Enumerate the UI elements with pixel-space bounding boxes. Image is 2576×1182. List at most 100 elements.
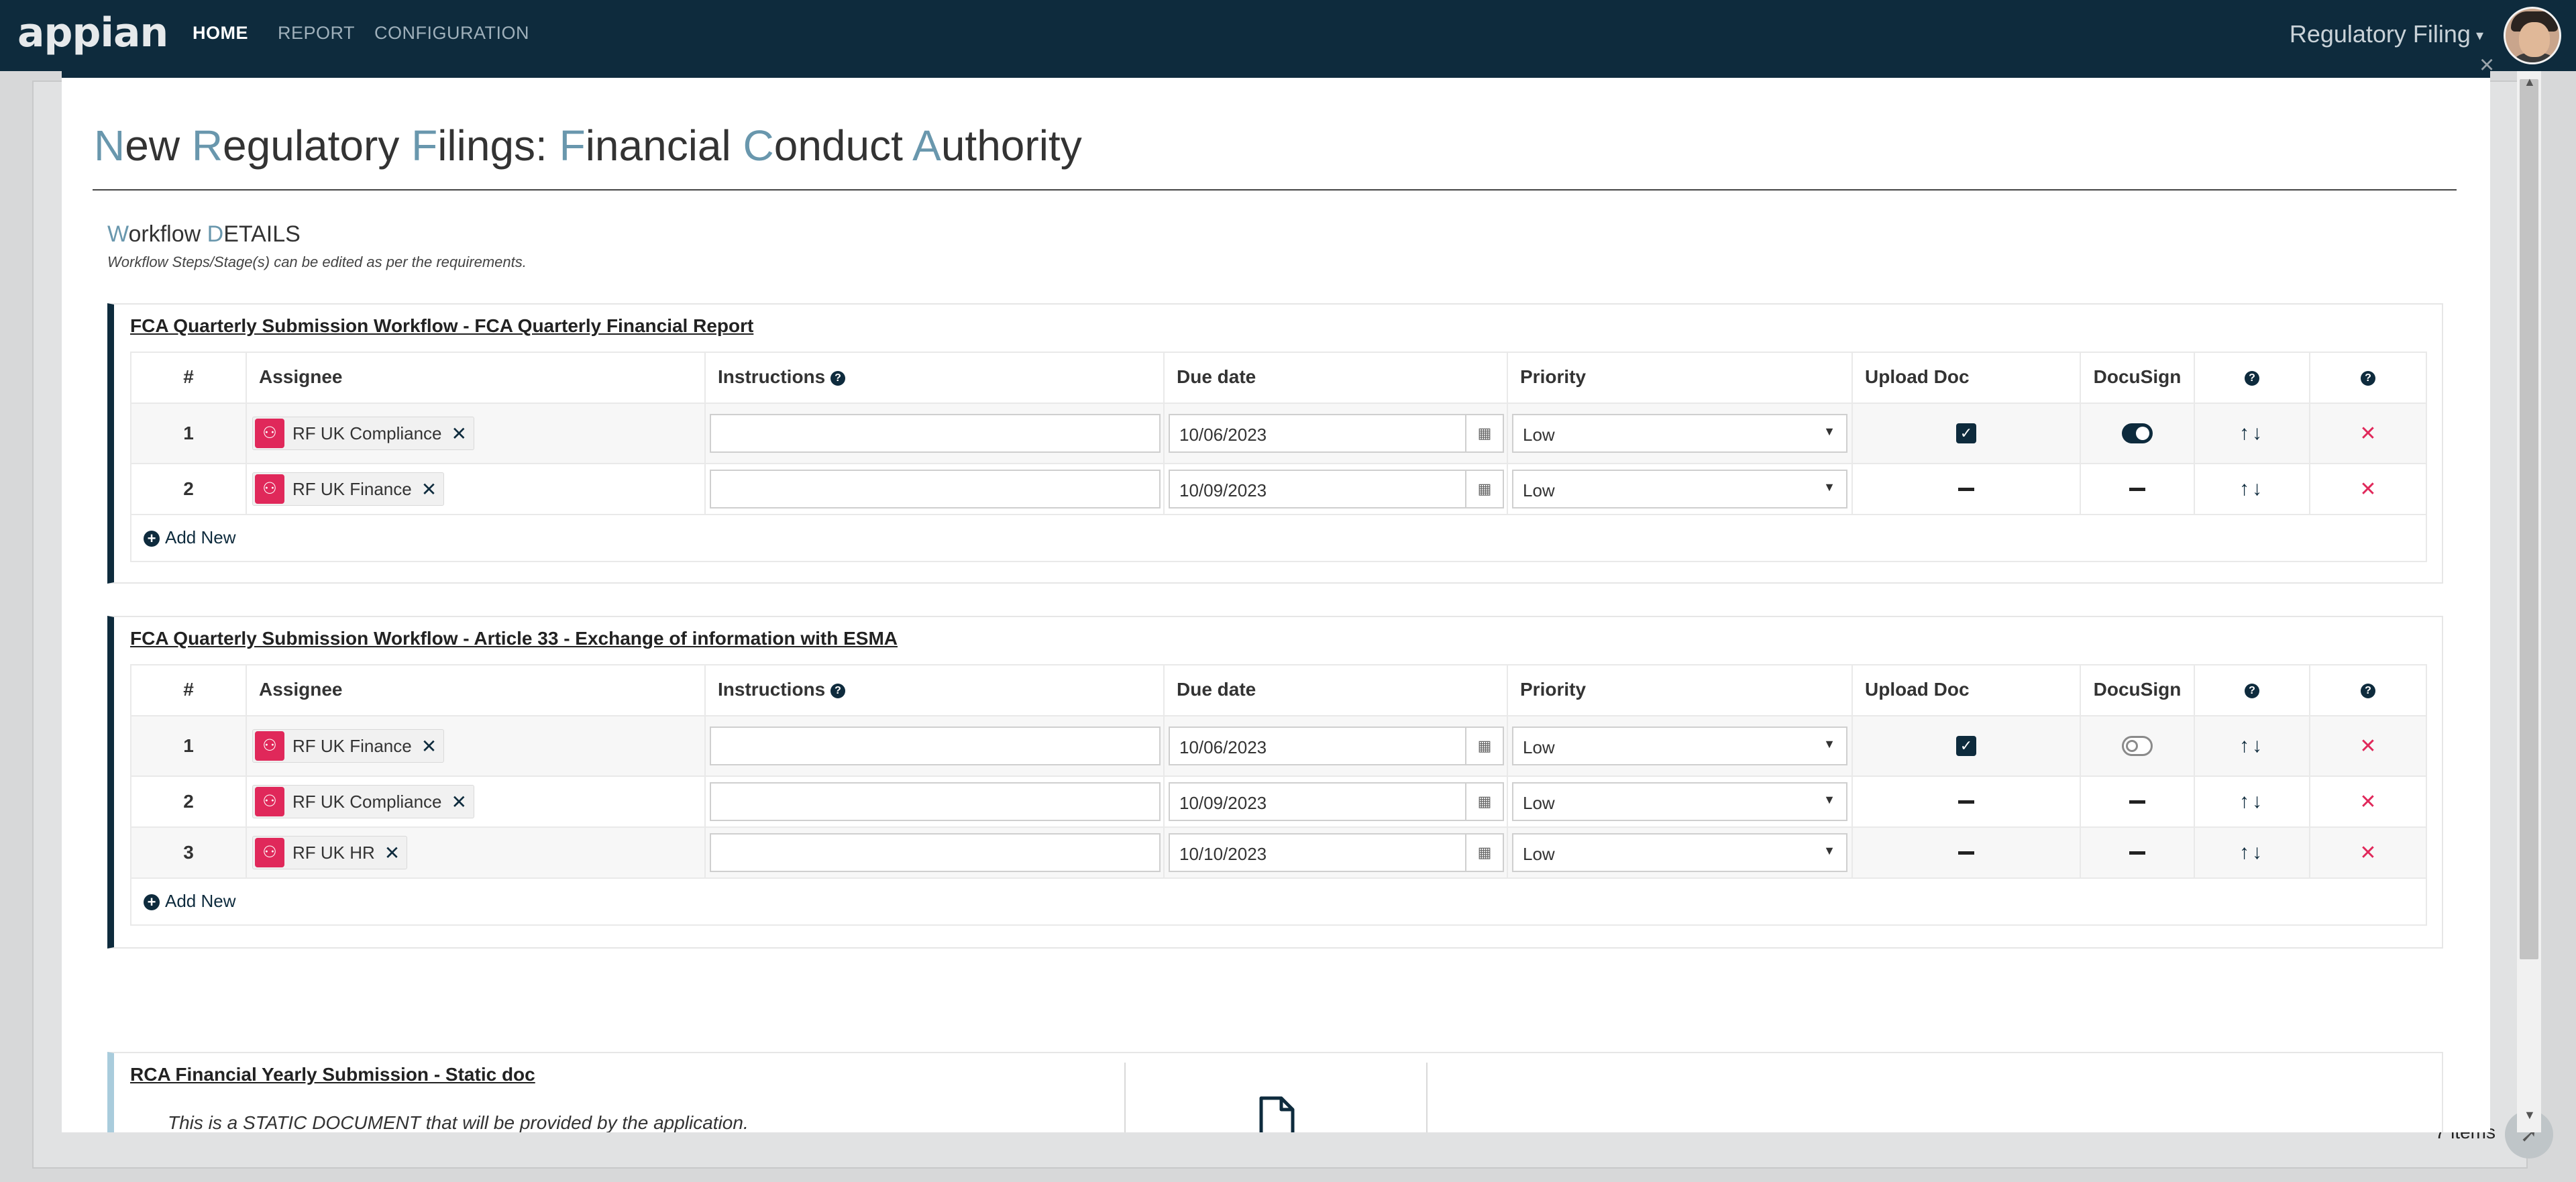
calendar-icon[interactable]: ▦: [1465, 835, 1503, 871]
assignee-name: RF UK Compliance: [292, 423, 442, 443]
col-priority: Priority: [1508, 353, 1853, 402]
col-docusign: DocuSign: [2081, 665, 2195, 715]
table-row: 2 ⚇ RF UK Finance ✕ 10/09/2023 ▦ Low ▼ ↑…: [131, 464, 2426, 515]
priority-dropdown[interactable]: Low ▼: [1512, 782, 1847, 821]
docusign-toggle[interactable]: [2122, 736, 2153, 756]
due-date-picker[interactable]: 10/09/2023 ▦: [1169, 470, 1504, 508]
scroll-down-icon[interactable]: ▼: [2524, 1108, 2536, 1122]
top-nav: appian HOME REPORT CONFIGURATION Regulat…: [0, 0, 2576, 71]
static-doc-title[interactable]: RCA Financial Yearly Submission - Static…: [130, 1064, 535, 1085]
help-icon[interactable]: ?: [2361, 370, 2375, 386]
instructions-input[interactable]: [710, 414, 1161, 453]
nav-home[interactable]: HOME: [193, 23, 248, 44]
priority-dropdown[interactable]: Low ▼: [1512, 470, 1847, 508]
divider: [1124, 1063, 1126, 1132]
due-date-picker[interactable]: 10/06/2023 ▦: [1169, 414, 1504, 453]
calendar-icon[interactable]: ▦: [1465, 728, 1503, 764]
close-icon[interactable]: ✕: [451, 423, 467, 445]
upload-doc-cell: [1853, 464, 2081, 514]
delete-x-icon[interactable]: ✕: [2359, 841, 2376, 865]
priority-dropdown[interactable]: Low ▼: [1512, 833, 1847, 872]
upload-doc-checkbox[interactable]: ✓: [1956, 736, 1976, 756]
delete-cell: ✕: [2310, 464, 2426, 514]
nav-configuration[interactable]: CONFIGURATION: [374, 23, 529, 44]
add-new-button[interactable]: + Add New: [144, 527, 236, 548]
due-date-cell: 10/09/2023 ▦: [1165, 464, 1508, 514]
dash-icon: [2129, 487, 2145, 491]
row-number: 2: [131, 777, 247, 826]
instructions-input[interactable]: [710, 470, 1161, 508]
chevron-down-icon: ▼: [1823, 844, 1835, 857]
user-avatar[interactable]: [2504, 7, 2561, 64]
assignee-chip: ⚇ RF UK HR ✕: [252, 836, 408, 869]
nav-report[interactable]: REPORT: [278, 23, 355, 44]
due-date-picker[interactable]: 10/09/2023 ▦: [1169, 782, 1504, 821]
calendar-icon[interactable]: ▦: [1465, 471, 1503, 507]
close-icon[interactable]: ✕: [421, 478, 437, 500]
col-number: #: [131, 353, 247, 402]
col-number: #: [131, 665, 247, 715]
app-switcher-label: Regulatory Filing: [2289, 20, 2471, 48]
instructions-cell: [706, 777, 1165, 826]
arrow-up-down-icon[interactable]: ↑↓: [2239, 790, 2265, 813]
row-number: 2: [131, 464, 247, 514]
table-row: 3 ⚇ RF UK HR ✕ 10/10/2023 ▦ Low ▼ ↑↓ ✕: [131, 828, 2426, 879]
instructions-input[interactable]: [710, 782, 1161, 821]
workflow-title[interactable]: FCA Quarterly Submission Workflow - Arti…: [130, 628, 898, 649]
move-cell: ↑↓: [2195, 404, 2310, 463]
document-icon[interactable]: [1258, 1096, 1295, 1132]
priority-cell: Low ▼: [1508, 716, 1853, 775]
close-icon[interactable]: ✕: [451, 791, 467, 813]
instructions-input[interactable]: [710, 833, 1161, 872]
help-icon[interactable]: ?: [2361, 683, 2375, 698]
app-switcher[interactable]: Regulatory Filing ▾: [2290, 20, 2483, 48]
assignee-chip: ⚇ RF UK Compliance ✕: [252, 785, 474, 818]
workflow-title[interactable]: FCA Quarterly Submission Workflow - FCA …: [130, 315, 753, 337]
arrow-up-down-icon[interactable]: ↑↓: [2239, 841, 2265, 864]
help-icon[interactable]: ?: [830, 370, 846, 386]
due-date-value: 10/06/2023: [1179, 737, 1267, 757]
row-number: 3: [131, 828, 247, 877]
instructions-cell: [706, 464, 1165, 514]
appian-logo[interactable]: appian: [17, 9, 168, 56]
close-icon[interactable]: ×: [2479, 52, 2494, 78]
scroll-up-icon[interactable]: ▲: [2524, 75, 2536, 89]
delete-x-icon[interactable]: ✕: [2359, 735, 2376, 758]
dash-icon: [1958, 800, 1974, 804]
priority-dropdown[interactable]: Low ▼: [1512, 727, 1847, 765]
upload-doc-cell: ✓: [1853, 716, 2081, 775]
delete-x-icon[interactable]: ✕: [2359, 478, 2376, 501]
col-upload-doc: Upload Doc: [1853, 665, 2081, 715]
assignee-chip: ⚇ RF UK Compliance ✕: [252, 417, 474, 450]
delete-x-icon[interactable]: ✕: [2359, 422, 2376, 445]
new-filing-modal: New Regulatory Filings: Financial Conduc…: [62, 71, 2490, 1132]
scrollbar-thumb[interactable]: [2520, 79, 2538, 959]
table-row: 1 ⚇ RF UK Compliance ✕ 10/06/2023 ▦ Low …: [131, 404, 2426, 464]
close-icon[interactable]: ✕: [421, 735, 437, 757]
priority-value: Low: [1523, 425, 1555, 445]
dash-icon: [1958, 851, 1974, 855]
docusign-toggle[interactable]: [2122, 423, 2153, 443]
due-date-picker[interactable]: 10/06/2023 ▦: [1169, 727, 1504, 765]
help-icon[interactable]: ?: [2245, 683, 2259, 698]
priority-dropdown[interactable]: Low ▼: [1512, 414, 1847, 453]
add-new-button[interactable]: + Add New: [144, 891, 236, 912]
arrow-up-down-icon[interactable]: ↑↓: [2239, 735, 2265, 757]
calendar-icon[interactable]: ▦: [1465, 415, 1503, 451]
col-move-help: ?: [2195, 353, 2310, 402]
help-icon[interactable]: ?: [830, 683, 846, 698]
col-assignee: Assignee: [247, 665, 706, 715]
col-delete-help: ?: [2310, 665, 2426, 715]
instructions-input[interactable]: [710, 727, 1161, 765]
due-date-picker[interactable]: 10/10/2023 ▦: [1169, 833, 1504, 872]
help-icon[interactable]: ?: [2245, 370, 2259, 386]
group-icon: ⚇: [255, 838, 284, 867]
arrow-up-down-icon[interactable]: ↑↓: [2239, 422, 2265, 445]
close-icon[interactable]: ✕: [384, 842, 400, 864]
calendar-icon[interactable]: ▦: [1465, 784, 1503, 820]
upload-doc-checkbox[interactable]: ✓: [1956, 423, 1976, 443]
table-row: 1 ⚇ RF UK Finance ✕ 10/06/2023 ▦ Low ▼ ✓…: [131, 716, 2426, 777]
arrow-up-down-icon[interactable]: ↑↓: [2239, 478, 2265, 500]
due-date-value: 10/06/2023: [1179, 425, 1267, 445]
delete-x-icon[interactable]: ✕: [2359, 790, 2376, 814]
